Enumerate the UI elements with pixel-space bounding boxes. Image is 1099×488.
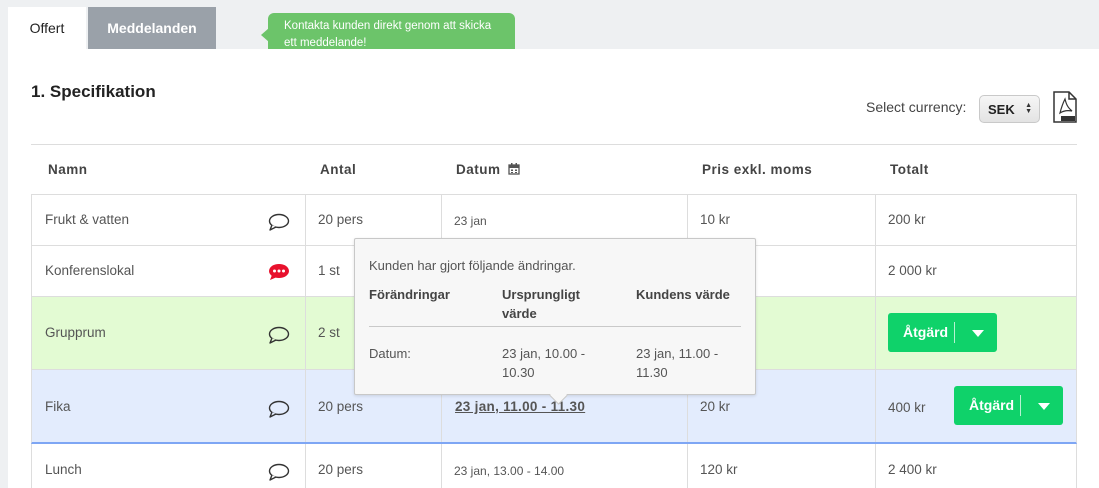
cell-antal: 20 pers <box>318 399 364 414</box>
cell-antal: 20 pers <box>318 212 364 227</box>
header-datum: Datum <box>456 162 520 177</box>
changed-date-link[interactable]: 23 jan, 11.00 - 11.30 <box>455 399 585 414</box>
header-pris: Pris exkl. moms <box>702 162 813 177</box>
table-row: Lunch 20 pers 23 jan, 13.00 - 14.00 120 … <box>31 444 1077 488</box>
cell-namn: Lunch <box>45 462 82 477</box>
action-dropdown-button[interactable]: Åtgärd <box>888 313 997 352</box>
cell-antal: 2 st <box>318 325 340 340</box>
cell-totalt: 2 000 kr <box>888 263 937 278</box>
popover-original-value: 23 jan, 10.00 - 10.30 <box>502 346 586 380</box>
tab-meddelanden[interactable]: Meddelanden <box>88 7 216 49</box>
header-totalt: Totalt <box>890 162 929 177</box>
header-namn: Namn <box>48 162 88 177</box>
cell-namn: Frukt & vatten <box>45 212 130 227</box>
section-title: 1. Specifikation <box>31 82 156 101</box>
header-antal: Antal <box>320 162 357 177</box>
table-header: Namn Antal Datum Pris exkl. moms Totalt <box>31 144 1077 195</box>
action-button-label: Åtgärd <box>903 324 949 340</box>
popover-col-changes: Förändringar <box>369 287 450 302</box>
cell-totalt: 2 400 kr <box>888 462 937 477</box>
pdf-file-icon[interactable] <box>1052 91 1078 123</box>
caret-down-icon <box>1038 403 1050 410</box>
cell-totalt: 200 kr <box>888 212 926 227</box>
popover-divider <box>369 326 741 327</box>
currency-value: SEK <box>988 102 1015 117</box>
popover-intro: Kunden har gjort följande ändringar. <box>369 258 576 273</box>
calendar-icon <box>508 163 520 175</box>
comment-icon[interactable] <box>268 463 290 481</box>
cell-pris: 20 kr <box>700 399 731 414</box>
cell-totalt: 400 kr <box>888 400 926 415</box>
cell-namn: Grupprum <box>45 325 106 340</box>
cell-namn: Konferenslokal <box>45 263 135 278</box>
changes-popover: Kunden har gjort följande ändringar. För… <box>354 238 756 395</box>
cell-namn: Fika <box>45 399 71 414</box>
tab-offert[interactable]: Offert <box>8 7 86 49</box>
popover-col-original: Ursprungligt värde <box>502 287 580 321</box>
caret-down-icon <box>972 330 984 337</box>
cell-antal: 1 st <box>318 263 340 278</box>
cell-datum: 23 jan, 13.00 - 14.00 <box>454 464 565 478</box>
speech-bubble-dots-icon[interactable] <box>268 263 290 281</box>
comment-icon[interactable] <box>268 400 290 418</box>
action-dropdown-button[interactable]: Åtgärd <box>954 386 1063 425</box>
header-datum-label: Datum <box>456 162 501 177</box>
comment-icon[interactable] <box>268 326 290 344</box>
cell-pris: 120 kr <box>700 462 738 477</box>
popover-customer-value: 23 jan, 11.00 - 11.30 <box>636 346 719 380</box>
cell-antal: 20 pers <box>318 462 364 477</box>
select-arrows-icon: ▲ ▼ <box>1025 102 1032 115</box>
popover-col-customer: Kundens värde <box>636 287 730 302</box>
currency-label: Select currency: <box>866 99 967 115</box>
currency-select[interactable]: SEK ▲ ▼ <box>979 95 1040 123</box>
cell-pris: 10 kr <box>700 212 731 227</box>
popover-field: Datum: <box>369 346 411 361</box>
action-button-label: Åtgärd <box>969 397 1015 413</box>
comment-icon[interactable] <box>268 213 290 231</box>
cell-datum: 23 jan <box>454 214 487 228</box>
